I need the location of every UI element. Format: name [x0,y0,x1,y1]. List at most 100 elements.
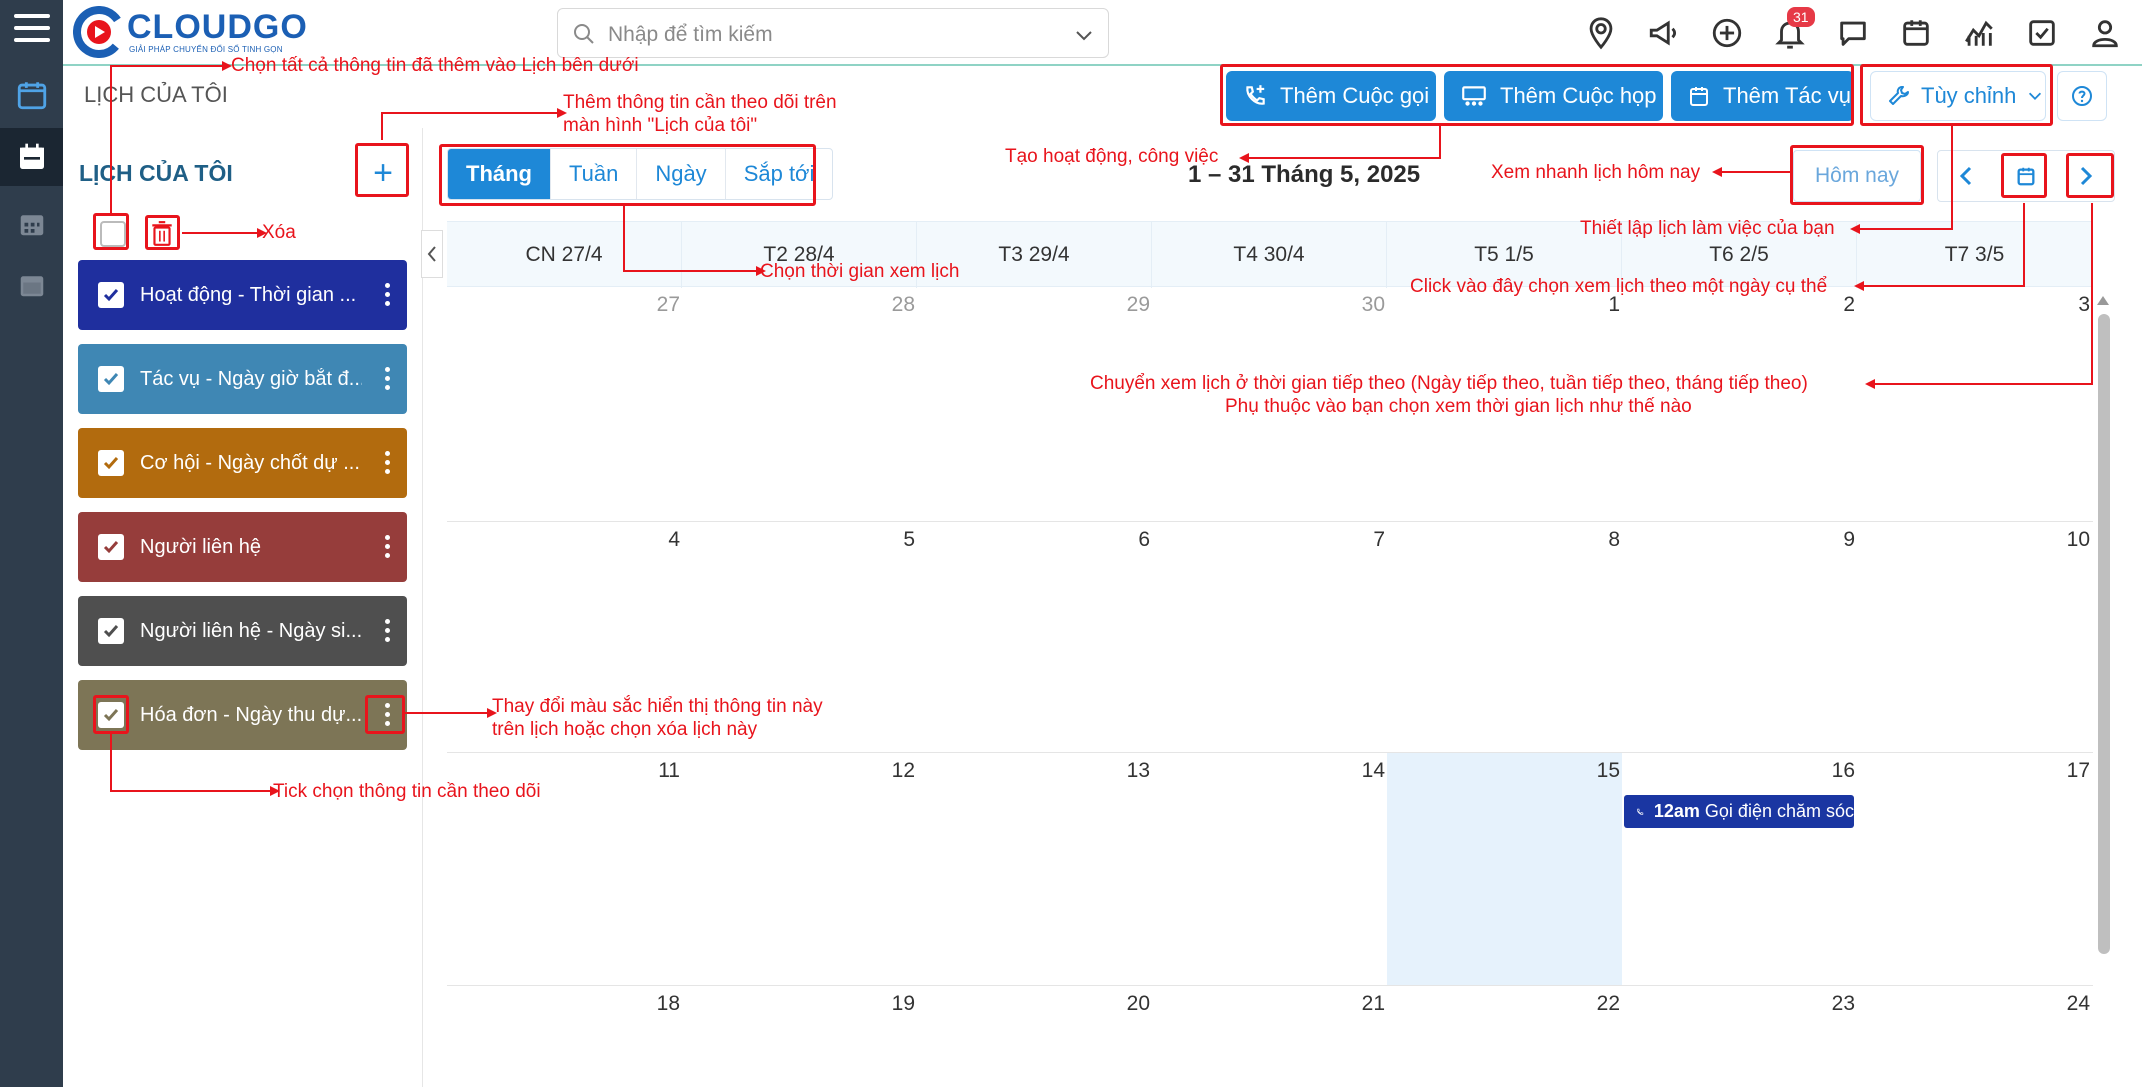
calendar-event[interactable]: 12am Gọi điện chăm sóc [1624,795,1854,828]
day-cell[interactable]: 21 [1152,986,1387,1016]
day-cell[interactable]: 3 [1857,287,2092,317]
brand-tagline: GIẢI PHÁP CHUYỂN ĐỔI SỐ TINH GỌN [129,45,283,54]
highlight-customize [1860,64,2053,126]
more-options-icon[interactable] [385,451,391,478]
calendar-item-label: Hóa đơn - Ngày thu dự... [140,703,362,726]
brand-name: CLOUDGO [127,8,308,46]
calendar-item-label: Tác vụ - Ngày giờ bắt đ... [140,367,362,390]
day-cell[interactable]: 7 [1152,522,1387,552]
day-cell[interactable]: 13 [917,753,1152,783]
day-cell[interactable]: 4 [447,522,682,552]
more-options-icon[interactable] [385,535,391,562]
scroll-up-arrow-icon[interactable] [2096,294,2110,306]
collapse-panel-button[interactable] [421,230,443,278]
weekday-header-cell: CN 27/4 [447,222,682,288]
day-cell[interactable]: 15 [1387,753,1622,783]
calendar-item[interactable]: Hoạt động - Thời gian ... [78,260,407,330]
highlight-tick [93,695,129,734]
search-box[interactable]: Nhập để tìm kiếm [557,8,1109,58]
prev-button[interactable] [1938,151,1994,201]
calendar-item[interactable]: Cơ hội - Ngày chốt dự ... [78,428,407,498]
day-cell[interactable]: 16 [1622,753,1857,783]
more-options-icon[interactable] [385,619,391,646]
calendar-filled-icon [19,143,44,169]
calendar-item[interactable]: Người liên hệ - Ngày si... [78,596,407,666]
weekday-header: CN 27/4 T2 28/4 T3 29/4 T4 30/4 T5 1/5 T… [447,221,2093,288]
day-cell[interactable]: 12 [682,753,917,783]
help-icon [2072,86,2092,106]
cloudgo-logo-icon [73,6,125,58]
check-icon [103,457,119,470]
calendar-item-checkbox[interactable] [98,534,124,560]
day-cell[interactable]: 19 [682,986,917,1016]
megaphone-icon[interactable] [1647,16,1681,50]
calendar-item-checkbox[interactable] [98,366,124,392]
day-cell[interactable]: 10 [1857,522,2092,552]
day-cell[interactable]: 29 [917,287,1152,317]
highlight-dots [365,695,405,734]
day-cell[interactable]: 18 [447,986,682,1016]
menu-icon[interactable] [14,14,50,50]
day-cell[interactable]: 17 [1857,753,2092,783]
day-cell[interactable]: 11 [447,753,682,783]
more-options-icon[interactable] [385,367,391,394]
annotation-add-info-2: màn hình "Lịch của tôi" [563,115,758,136]
calendar-item[interactable]: Tác vụ - Ngày giờ bắt đ... [78,344,407,414]
check-icon [103,625,119,638]
help-button[interactable] [2057,71,2107,121]
weekday-header-cell: T4 30/4 [1152,222,1387,288]
brand-logo[interactable]: CLOUDGO GIẢI PHÁP CHUYỂN ĐỔI SỐ TINH GỌN [73,4,313,60]
app-screen: { "brand": { "name": "CLOUDGO", "tagline… [0,0,2142,1087]
annotation-select-all: Chọn tất cả thông tin đã thêm vào Lịch b… [231,55,639,76]
calendar-item-checkbox[interactable] [98,450,124,476]
rail-my-calendar[interactable] [0,128,63,186]
calendar-item-checkbox[interactable] [98,618,124,644]
scrollbar-thumb[interactable] [2098,314,2110,954]
calendar-item-label: Người liên hệ [140,535,262,558]
calendar-item-label: Cơ hội - Ngày chốt dự ... [140,451,360,474]
left-rail [0,0,63,1087]
day-cell[interactable]: 20 [917,986,1152,1016]
week-row: 11 12 13 14 15 16 17 [447,753,2093,986]
user-icon[interactable] [2088,16,2122,50]
day-cell[interactable]: 23 [1622,986,1857,1016]
rail-calendar-blank[interactable] [0,256,63,314]
add-circle-icon[interactable] [1710,16,1744,50]
date-range-title: 1 – 31 Tháng 5, 2025 [1188,161,1421,188]
more-options-icon[interactable] [385,283,391,310]
day-cell[interactable]: 8 [1387,522,1622,552]
annotation-next-2: Phụ thuộc vào bạn chọn xem thời gian lịc… [1225,396,1692,417]
calendar-icon [17,82,46,110]
day-cell[interactable]: 30 [1152,287,1387,317]
calendar-item-checkbox[interactable] [98,282,124,308]
calendar-icon[interactable] [1899,16,1933,50]
location-pin-icon[interactable] [1584,16,1618,50]
chat-icon[interactable] [1836,16,1870,50]
day-cell[interactable]: 9 [1622,522,1857,552]
day-cell[interactable]: 14 [1152,753,1387,783]
calendar-list-panel: LỊCH CỦA TÔI + Hoạt động - Thời gian ...… [63,128,423,1087]
day-cell[interactable]: 24 [1857,986,2092,1016]
day-cell[interactable]: 22 [1387,986,1622,1016]
rail-calendar-outline[interactable] [0,66,63,124]
highlight-view-tabs [439,144,816,206]
search-input[interactable]: Nhập để tìm kiếm [608,23,773,47]
calendar-item[interactable]: Người liên hệ [78,512,407,582]
highlight-add [355,143,409,197]
day-cell[interactable]: 27 [447,287,682,317]
annotation-tick: Tick chọn thông tin cần theo dõi [273,781,541,802]
rail-calendar-grid[interactable] [0,195,63,253]
page-title: LỊCH CỦA TÔI [84,82,228,107]
task-check-icon[interactable] [2025,16,2059,50]
day-cell[interactable]: 28 [682,287,917,317]
annotation-next-1: Chuyển xem lịch ở thời gian tiếp theo (N… [1090,373,1808,394]
annotation-pick-view: Chọn thời gian xem lịch [760,261,960,282]
day-cell[interactable]: 6 [917,522,1152,552]
week-row: 18 19 20 21 22 23 24 [447,986,2093,1087]
day-cell[interactable]: 5 [682,522,917,552]
panel-title: LỊCH CỦA TÔI [79,160,233,186]
analytics-icon[interactable] [1962,16,1996,50]
check-icon [103,373,119,386]
event-time: 12am [1653,801,1700,821]
annotation-create-activity: Tạo hoạt động, công việc [1005,146,1219,167]
